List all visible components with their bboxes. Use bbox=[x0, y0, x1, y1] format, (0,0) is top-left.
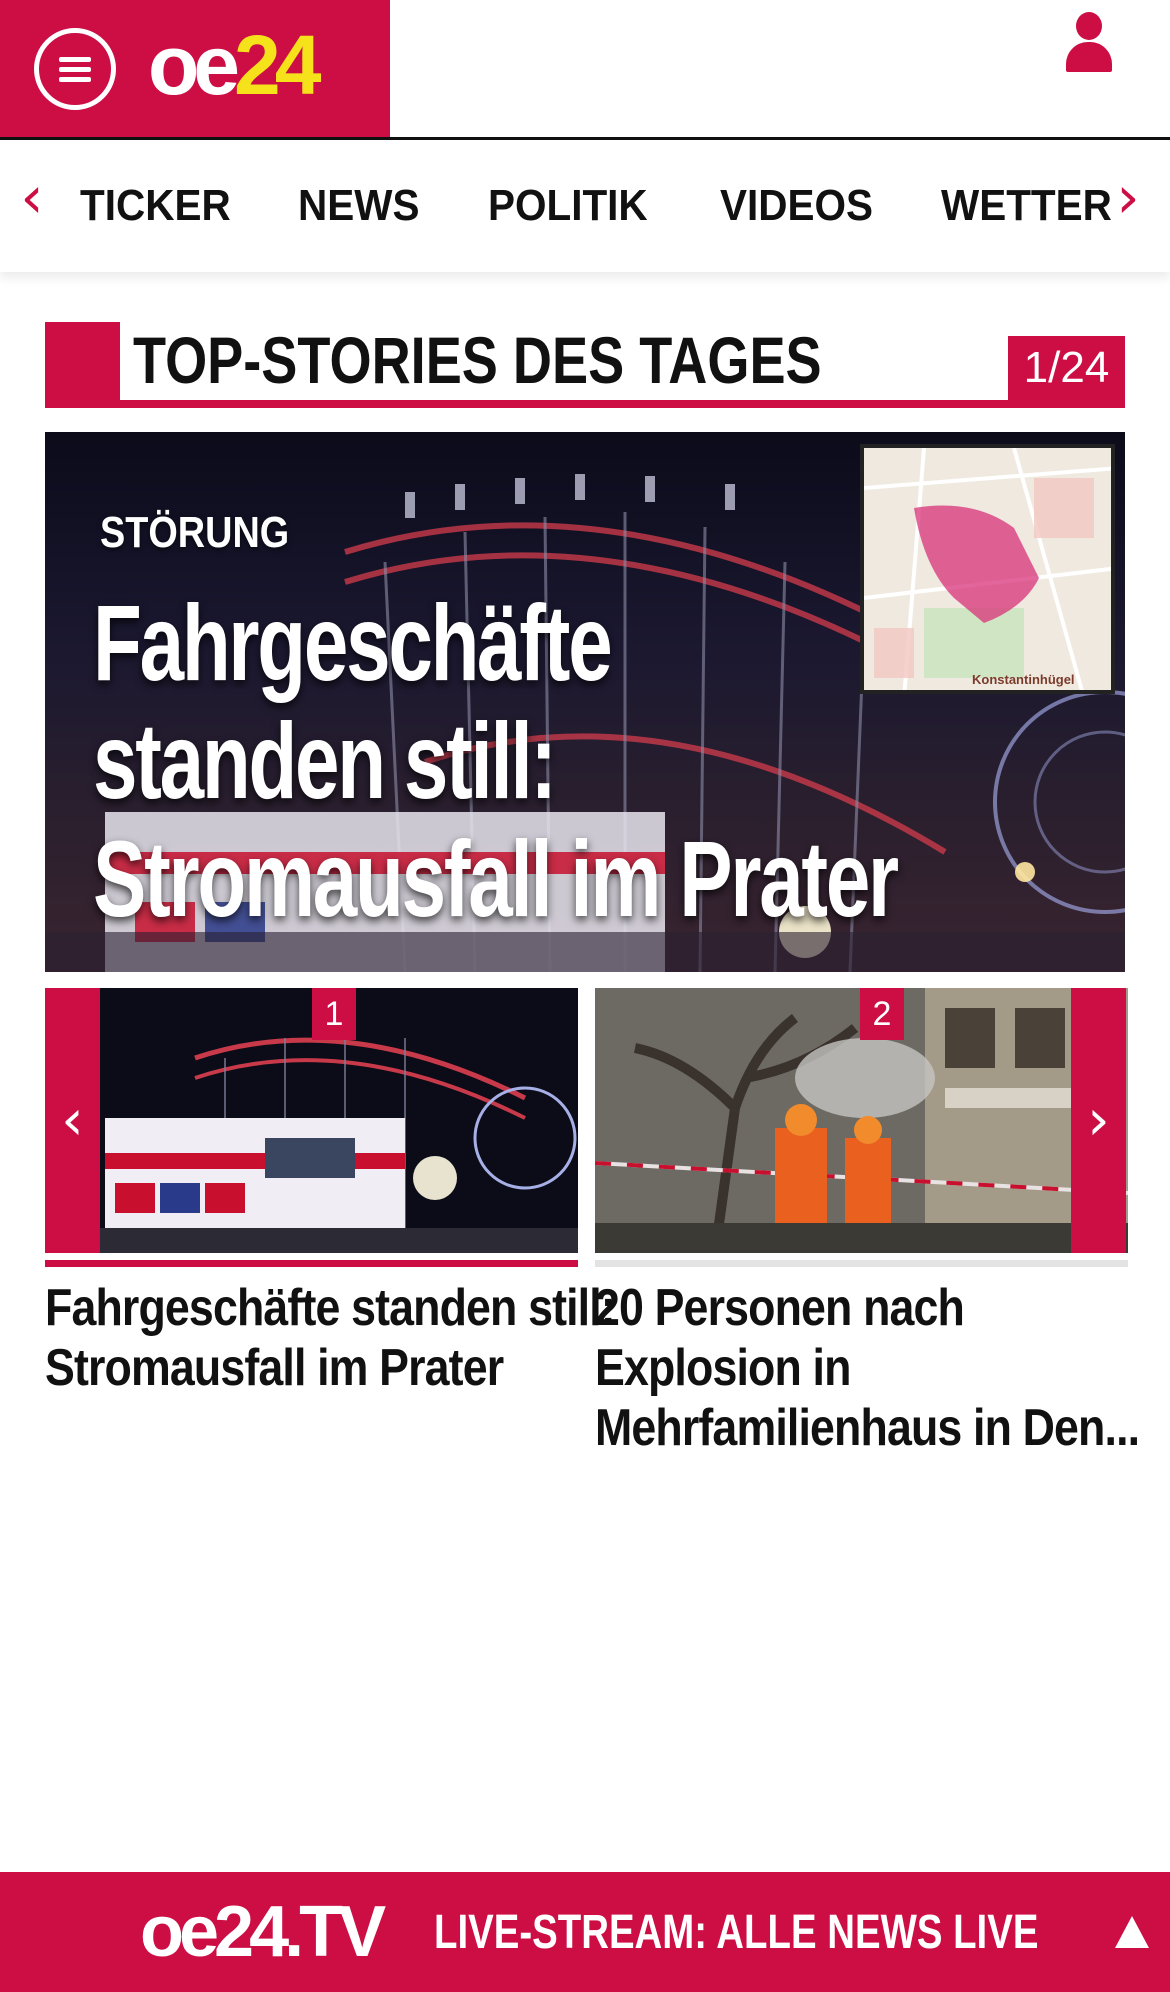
hamburger-menu-icon[interactable] bbox=[34, 28, 116, 110]
active-underline bbox=[45, 1260, 578, 1267]
logo-oe-text: oe bbox=[148, 18, 240, 112]
section-title: TOP-STORIES DES TAGES bbox=[133, 323, 822, 397]
user-icon[interactable] bbox=[1060, 12, 1118, 74]
hero-title[interactable]: Fahrgeschäfte standen still: Stromausfal… bbox=[93, 582, 899, 939]
hero-title-line: Fahrgeschäfte bbox=[93, 582, 613, 703]
slider-prev-icon[interactable]: ‹ bbox=[45, 988, 100, 1253]
story-card-title[interactable]: 20 Personen nach Explosion in Mehrfamili… bbox=[595, 1278, 1140, 1458]
oe24-logo[interactable]: oe24 bbox=[148, 18, 322, 112]
oe24tv-logo: oe24.TV bbox=[140, 1892, 386, 1972]
story-card-title[interactable]: Fahrgeschäfte standen still: Stromausfal… bbox=[45, 1278, 616, 1398]
livestream-bar[interactable]: oe24.TV LIVE-STREAM: ALLE NEWS LIVE bbox=[0, 1872, 1170, 1992]
brand-block: oe24 bbox=[0, 0, 390, 137]
map-label: Konstantinhügel bbox=[972, 672, 1075, 687]
story-card-title-line: Fahrgeschäfte standen still: bbox=[45, 1279, 616, 1337]
story-number-badge: 1 bbox=[312, 988, 356, 1040]
story-number-badge: 2 bbox=[860, 988, 904, 1040]
category-nav: ‹ TICKER NEWS POLITIK VIDEOS WETTER › bbox=[0, 140, 1170, 272]
section-accent-square bbox=[45, 322, 120, 408]
nav-item-news[interactable]: NEWS bbox=[298, 176, 419, 236]
hero-kicker: STÖRUNG bbox=[100, 508, 290, 557]
nav-item-politik[interactable]: POLITIK bbox=[488, 176, 648, 236]
map-inset: Konstantinhügel bbox=[860, 444, 1115, 694]
section-header: TOP-STORIES DES TAGES 1/24 bbox=[45, 320, 1125, 408]
livestream-text[interactable]: LIVE-STREAM: ALLE NEWS LIVE bbox=[434, 1900, 1038, 1966]
top-header: oe24 bbox=[0, 0, 1170, 140]
nav-item-ticker[interactable]: TICKER bbox=[80, 176, 231, 236]
hero-title-line: Stromausfall im Prater bbox=[93, 818, 899, 939]
slide-pager: 1/24 bbox=[1008, 336, 1125, 400]
story-card-title-line: Stromausfall im Prater bbox=[45, 1339, 504, 1397]
slider-next-icon[interactable]: › bbox=[1071, 988, 1126, 1253]
nav-item-videos[interactable]: VIDEOS bbox=[720, 176, 873, 236]
chevron-right-icon[interactable]: › bbox=[1108, 168, 1148, 228]
story-card-title-line: 20 Personen nach bbox=[595, 1279, 965, 1337]
story-card-title-line: Explosion in bbox=[595, 1339, 851, 1397]
hero-title-line: standen still: bbox=[93, 700, 557, 821]
inactive-underline bbox=[595, 1260, 1128, 1267]
story-card-title-line: Mehrfamilienhaus in Den... bbox=[595, 1399, 1140, 1457]
logo-24-text: 24 bbox=[234, 18, 321, 112]
chevron-left-icon[interactable]: ‹ bbox=[12, 168, 52, 228]
nav-item-wetter[interactable]: WETTER bbox=[941, 176, 1112, 236]
hero-story[interactable]: Konstantinhügel STÖRUNG Fahrgeschäfte st… bbox=[45, 432, 1125, 972]
triangle-up-icon[interactable] bbox=[1115, 1916, 1149, 1948]
